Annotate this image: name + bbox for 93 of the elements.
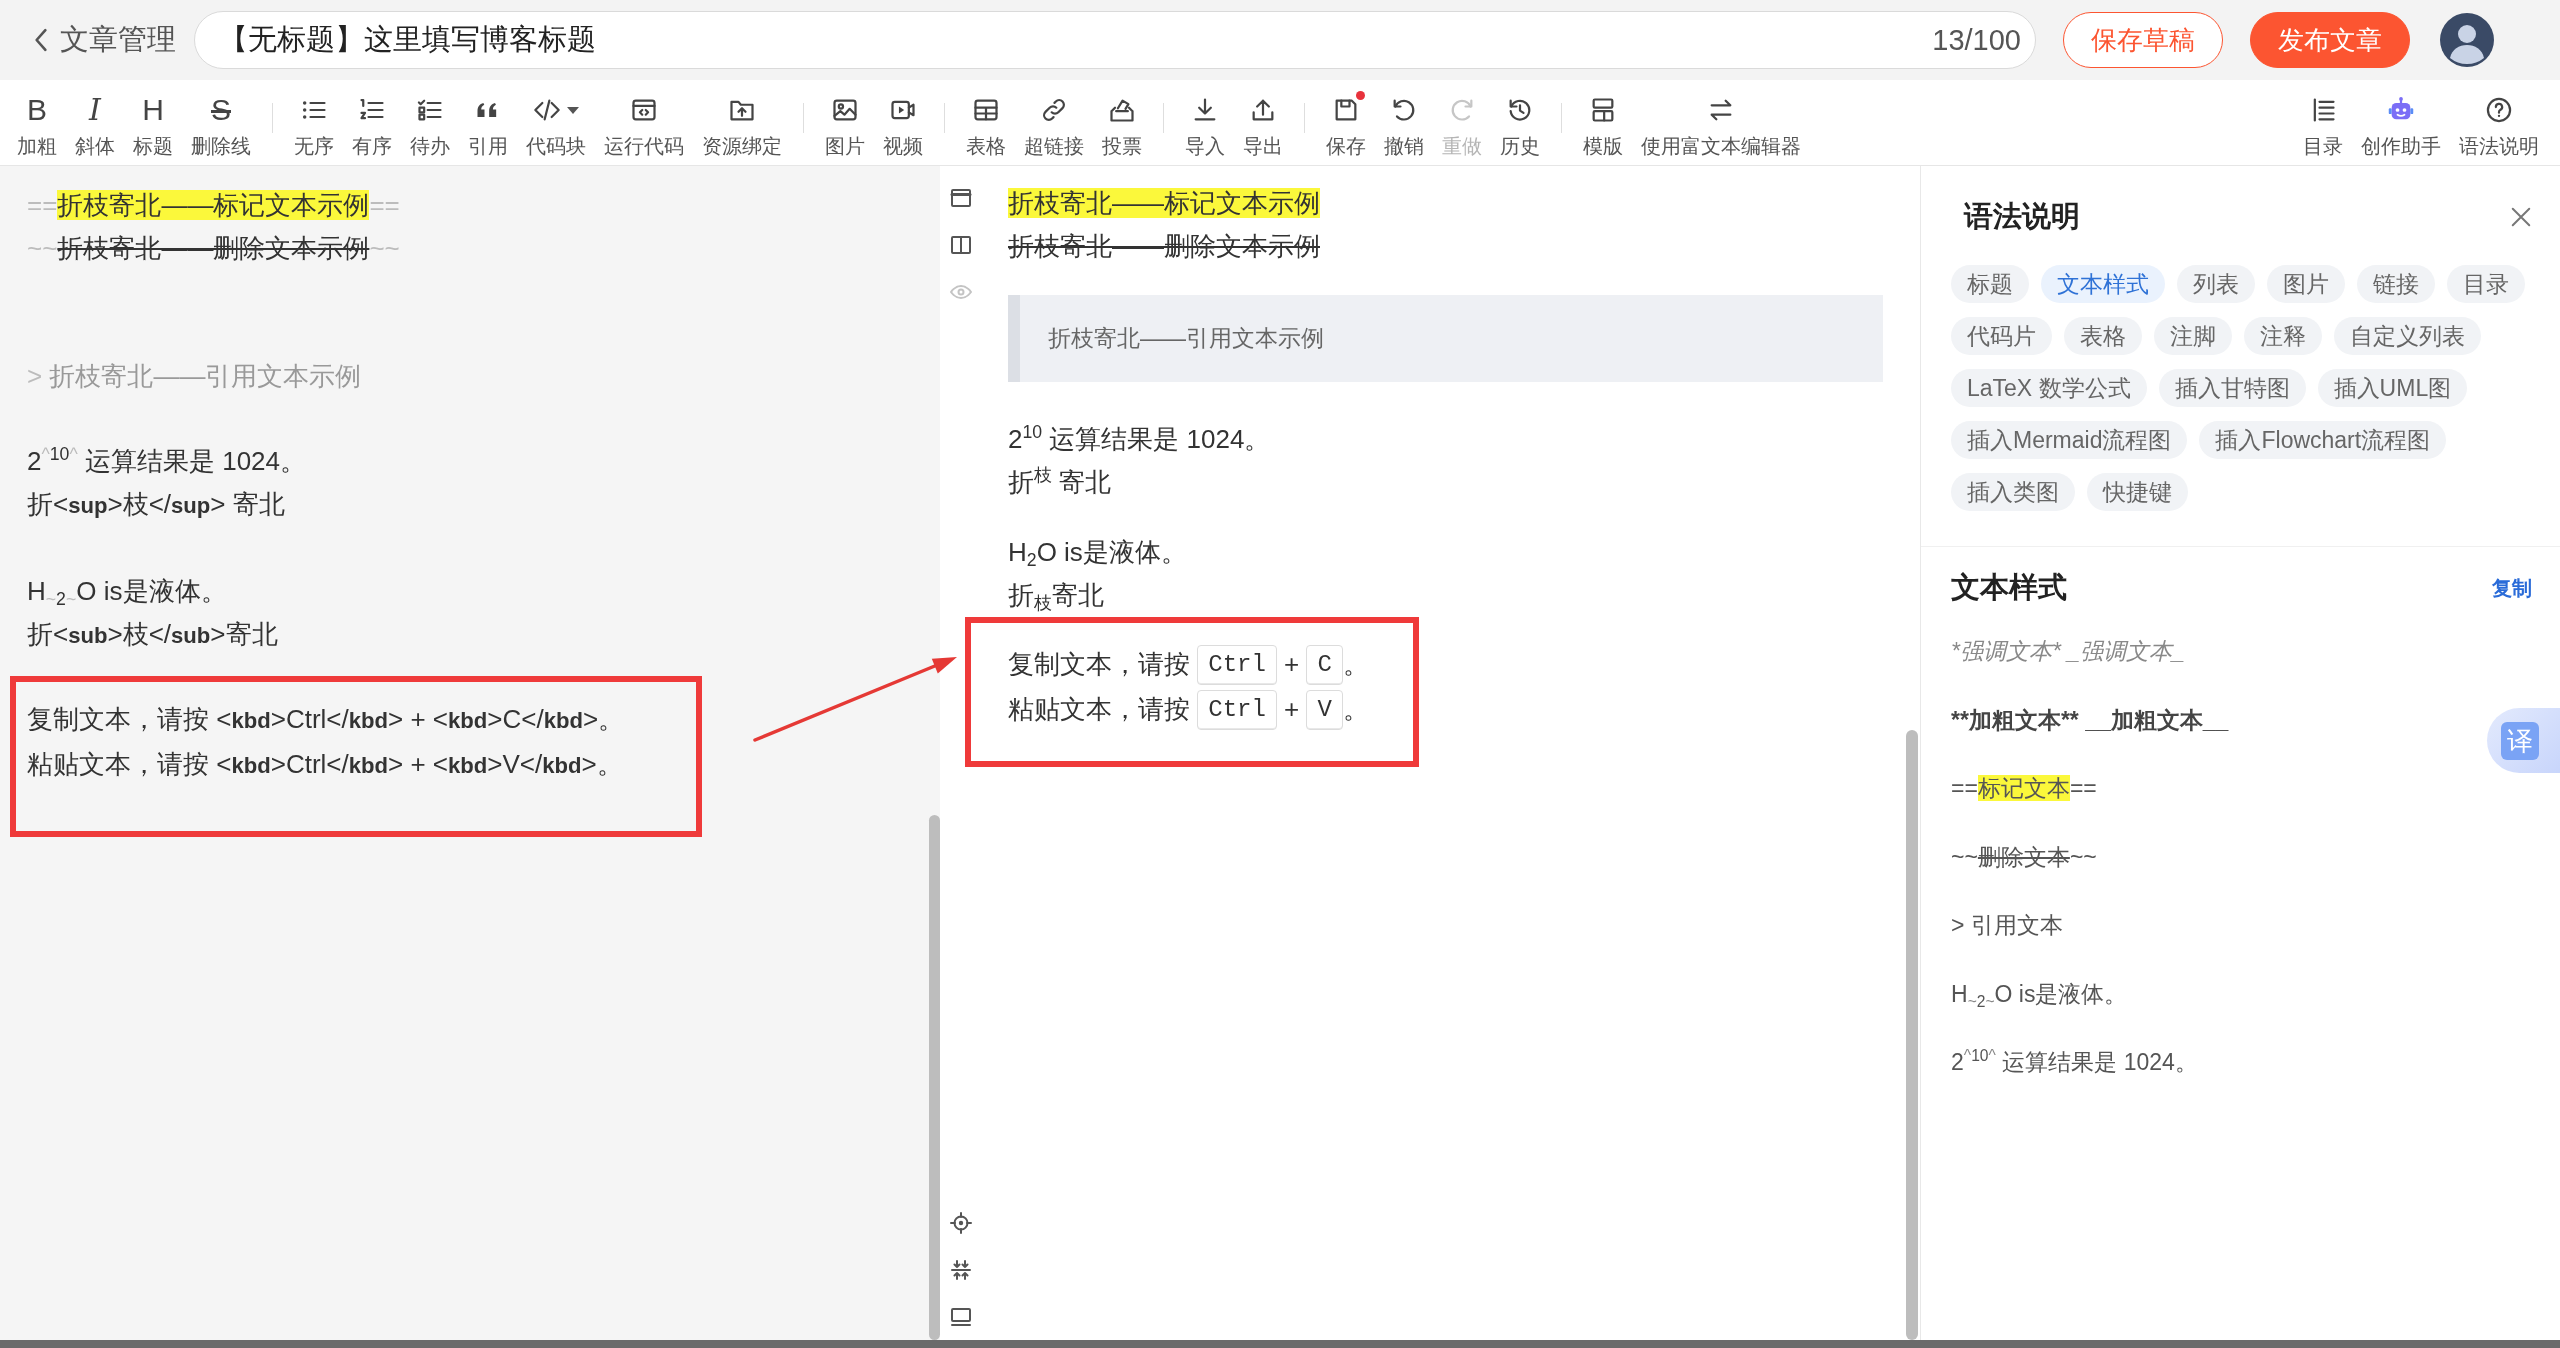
paragraph-text: 复制文本，请按 <box>1008 648 1191 681</box>
toolbar-button[interactable]: 保存 <box>1317 89 1375 158</box>
toolbar-button[interactable]: 视频 <box>874 89 932 158</box>
toolbar-button[interactable]: 模版 <box>1574 89 1632 158</box>
heading-icon: H <box>142 96 164 124</box>
toolbar-button[interactable]: S 删除线 <box>182 89 260 158</box>
editor-line: > 折枝寄北——引用文本示例 <box>27 359 362 393</box>
toolbar-button[interactable]: 表格 <box>957 89 1015 158</box>
character-count: 13/100 <box>1932 23 2021 57</box>
toolbar-button[interactable]: I 斜体 <box>66 89 124 158</box>
vertical-arrows-icon[interactable] <box>949 1258 973 1282</box>
window-icon[interactable] <box>949 186 973 210</box>
strikethrough-icon: S <box>211 96 231 124</box>
syntax-tag[interactable]: 文本样式 <box>2041 265 2165 303</box>
paragraph-text: + <box>1283 648 1301 681</box>
syntax-tag[interactable]: 图片 <box>2267 265 2345 303</box>
syntax-example: ==标记文本== <box>1951 774 2097 803</box>
keyboard-key: V <box>1306 689 1343 730</box>
toolbar-button[interactable]: 有序 <box>343 89 401 158</box>
paragraph-text: + <box>1283 693 1301 726</box>
toolbar-button[interactable]: 无序 <box>285 89 343 158</box>
toolbar-button[interactable]: 撤销 <box>1375 89 1433 158</box>
toolbar-button[interactable]: B 加粗 <box>8 89 66 158</box>
preview-line: 折$^{枝}$ 寄北 <box>1008 464 1112 499</box>
crosshair-icon[interactable] <box>949 1211 973 1235</box>
keyboard-key: Ctrl <box>1197 644 1277 685</box>
syntax-tag[interactable]: 插入类图 <box>1951 473 2075 511</box>
syntax-tag[interactable]: 自定义列表 <box>2334 317 2481 355</box>
title-field[interactable]: 【无标题】这里填写博客标题 13/100 <box>194 11 2036 69</box>
syntax-example: *强调文本* _强调文本_ <box>1951 637 2185 666</box>
toolbar-button[interactable]: 语法说明 <box>2450 89 2548 158</box>
toolbar-button[interactable]: 代码块 <box>517 89 595 158</box>
paragraph-text: 。 <box>1342 648 1369 681</box>
preview-line: 折枝寄北——删除文本示例 <box>1008 230 1320 263</box>
toolbar-button[interactable]: 创作助手 <box>2352 89 2450 158</box>
toolbar-button[interactable]: 历史 <box>1491 89 1549 158</box>
editor-line: 复制文本，请按 <kbd>Ctrl</kbd> + <kbd>C</kbd>。 <box>27 702 625 736</box>
keyboard-key: Ctrl <box>1197 689 1277 730</box>
preview-line: 折$_{枝}$寄北 <box>1008 579 1104 616</box>
syntax-tag[interactable]: 注脚 <box>2154 317 2232 355</box>
chevron-left-icon <box>34 28 48 52</box>
syntax-tag[interactable]: 插入Flowchart流程图 <box>2199 421 2447 459</box>
syntax-tag[interactable]: 插入UML图 <box>2317 369 2468 407</box>
syntax-tag[interactable]: 快捷键 <box>2087 473 2188 511</box>
scrollbar-thumb[interactable] <box>1906 730 1918 1340</box>
monitor-icon[interactable] <box>949 1305 973 1329</box>
toolbar-button[interactable]: 导入 <box>1176 89 1234 158</box>
syntax-example: **加粗文本** __加粗文本__ <box>1951 705 2229 735</box>
section-title: 文本样式 <box>1951 570 2067 605</box>
toolbar-button[interactable]: 导出 <box>1234 89 1292 158</box>
syntax-tag[interactable]: 列表 <box>2177 265 2255 303</box>
toolbar-button[interactable]: 引用 <box>459 89 517 158</box>
scrollbar-thumb[interactable] <box>929 815 940 1340</box>
toolbar-button[interactable]: 超链接 <box>1015 89 1093 158</box>
toolbar-button[interactable]: 目录 <box>2294 89 2352 158</box>
syntax-tag[interactable]: LaTeX 数学公式 <box>1951 369 2147 407</box>
syntax-tag[interactable]: 目录 <box>2447 265 2525 303</box>
preview-line: H$_{2}$O is是液体。 <box>1008 536 1187 573</box>
toolbar-button[interactable]: H 标题 <box>124 89 182 158</box>
preview-line: 2$^{10}$ 运算结果是 1024。 <box>1008 421 1271 456</box>
keyboard-key: C <box>1306 644 1343 685</box>
blockquote: 折枝寄北——引用文本示例 <box>1008 295 1883 382</box>
syntax-tag[interactable]: 注释 <box>2244 317 2322 355</box>
syntax-tag[interactable]: 标题 <box>1951 265 2029 303</box>
toolbar-button[interactable]: 运行代码 <box>595 89 693 158</box>
bold-icon: B <box>27 96 47 124</box>
paragraph-text: 。 <box>1342 693 1369 726</box>
close-icon[interactable] <box>2510 206 2532 228</box>
syntax-tag[interactable]: 插入甘特图 <box>2158 369 2306 407</box>
syntax-example: > 引用文本 <box>1951 911 2063 940</box>
editor-line: ~~折枝寄北——删除文本示例~~ <box>27 231 400 265</box>
syntax-tag[interactable]: 链接 <box>2357 265 2435 303</box>
syntax-tag[interactable]: 代码片 <box>1951 317 2052 355</box>
syntax-example: ~~删除文本~~ <box>1951 842 2097 872</box>
split-view-icon[interactable] <box>949 233 973 257</box>
syntax-tag[interactable]: 插入Mermaid流程图 <box>1951 421 2188 459</box>
paragraph-text: 粘贴文本，请按 <box>1008 693 1191 726</box>
avatar[interactable] <box>2440 13 2494 67</box>
editor-line: 粘贴文本，请按 <kbd>Ctrl</kbd> + <kbd>V</kbd>。 <box>27 747 623 781</box>
toolbar-button[interactable]: 资源绑定 <box>693 89 791 158</box>
italic-icon: I <box>89 96 101 124</box>
toolbar-button[interactable]: 使用富文本编辑器 <box>1632 89 1810 158</box>
copy-link[interactable]: 复制 <box>2492 574 2532 602</box>
back-link[interactable]: 文章管理 <box>30 20 180 60</box>
help-icon <box>2485 96 2513 124</box>
link-icon <box>1040 96 1068 124</box>
editor-line: 折<sub>枝</sub>寄北 <box>27 617 278 651</box>
syntax-tag[interactable]: 表格 <box>2064 317 2142 355</box>
editor-line: 折<sup>枝</sup> 寄北 <box>27 487 285 521</box>
toolbar-button[interactable]: 投票 <box>1093 89 1151 158</box>
toolbar-button[interactable]: 待办 <box>401 89 459 158</box>
toolbar-button[interactable]: 图片 <box>816 89 874 158</box>
panel-title: 语法说明 <box>1964 199 2080 234</box>
